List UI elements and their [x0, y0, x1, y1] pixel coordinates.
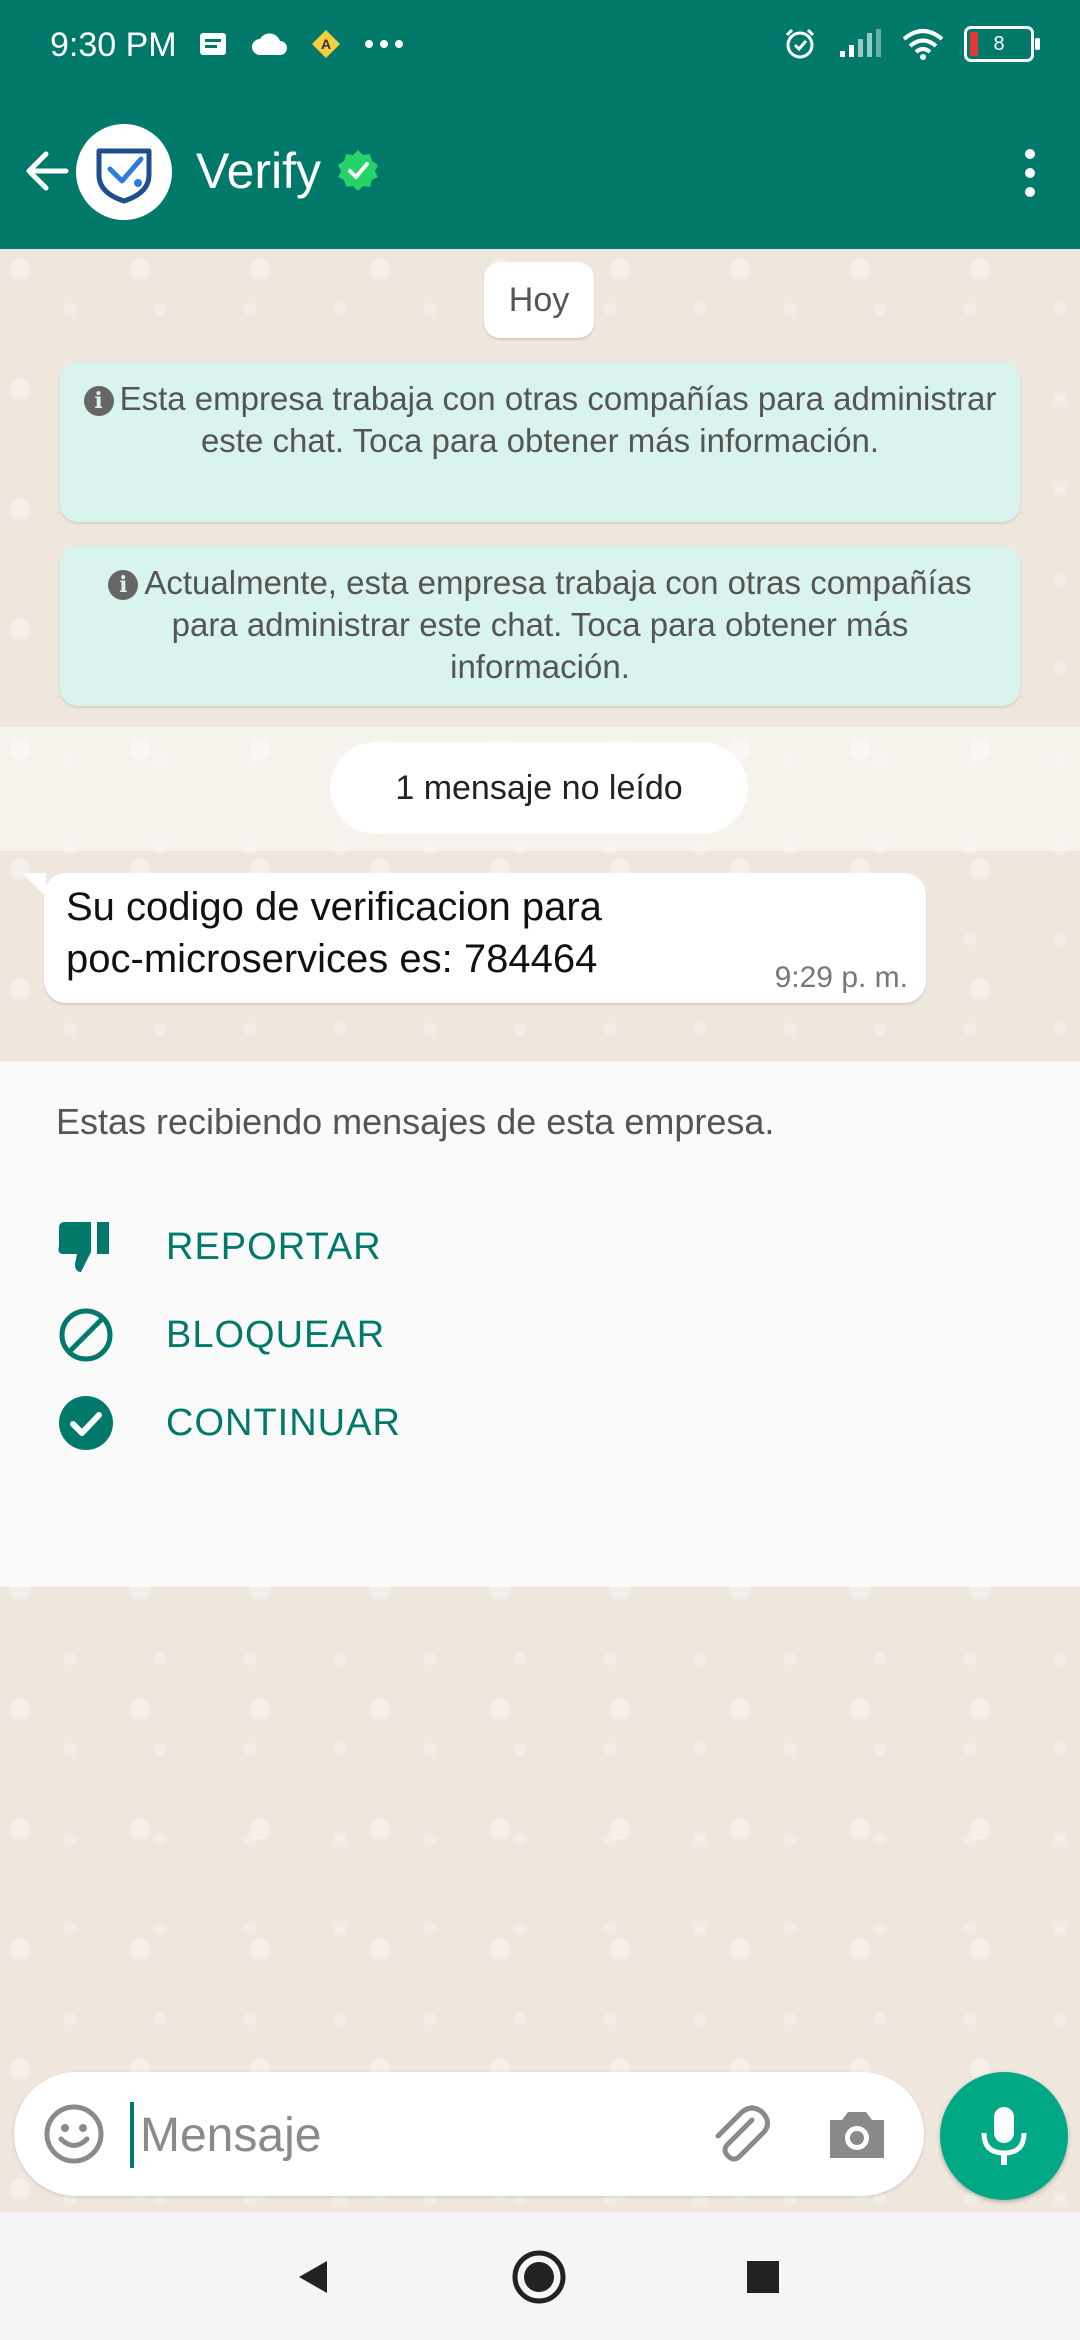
unread-divider: 1 mensaje no leído	[330, 742, 748, 834]
battery-icon: 8	[964, 26, 1040, 62]
report-button[interactable]: REPORTAR	[56, 1207, 382, 1287]
menu-dot-icon	[1025, 149, 1035, 159]
text-cursor	[130, 2102, 134, 2168]
system-note-text: Actualmente, esta empresa trabaja con ot…	[144, 564, 972, 685]
attach-icon[interactable]	[704, 2100, 774, 2170]
system-note-text: Esta empresa trabaja con otras compañías…	[119, 380, 997, 459]
info-icon: i	[83, 386, 114, 416]
battery-level: 8	[993, 33, 1005, 55]
system-note[interactable]: i Actualmente, esta empresa trabaja con o…	[60, 546, 1020, 706]
chat-header: Verify	[0, 96, 1080, 249]
message-composer	[14, 2072, 924, 2196]
date-divider: Hoy	[484, 262, 594, 338]
block-label: BLOQUEAR	[166, 1313, 386, 1356]
system-note[interactable]: i Esta empresa trabaja con otras compañía…	[60, 362, 1020, 522]
overflow-menu-button[interactable]	[1000, 138, 1060, 208]
status-time: 9:30 PM	[50, 26, 177, 64]
nav-recents-button[interactable]	[728, 2242, 798, 2312]
more-dots-icon	[365, 40, 403, 48]
back-arrow-icon[interactable]	[16, 140, 78, 202]
verified-badge-icon	[338, 150, 378, 191]
verify-logo-icon	[96, 148, 152, 204]
message-text: Su codigo de verificacion para poc-micro…	[66, 881, 602, 985]
signal-icon	[840, 29, 881, 57]
nav-home-button[interactable]	[504, 2242, 574, 2312]
block-icon	[56, 1305, 116, 1365]
microphone-icon	[981, 2107, 1027, 2165]
message-timestamp: 9:29 p. m.	[774, 961, 908, 994]
message-line: poc-microservices es: 784464	[66, 937, 598, 981]
emoji-icon[interactable]	[42, 2102, 106, 2166]
business-notice: Estas recibiendo mensajes de esta empres…	[56, 1101, 775, 1142]
voice-record-button[interactable]	[940, 2072, 1068, 2200]
nav-back-icon	[299, 2261, 327, 2293]
continue-label: CONTINUAR	[166, 1401, 401, 1444]
report-label: REPORTAR	[166, 1225, 382, 1268]
alarm-icon	[785, 28, 815, 59]
thumbs-down-icon	[56, 1217, 116, 1277]
menu-dot-icon	[1025, 187, 1035, 197]
message-input[interactable]	[138, 2096, 702, 2174]
block-button[interactable]: BLOQUEAR	[56, 1295, 385, 1375]
notes-icon	[200, 33, 226, 55]
message-line: Su codigo de verificacion para	[66, 885, 602, 929]
system-nav-bar	[0, 2212, 1080, 2340]
nav-back-button[interactable]	[278, 2242, 348, 2312]
battery-level-bar	[970, 32, 978, 56]
nav-home-icon	[512, 2250, 566, 2304]
cloud-icon	[252, 33, 287, 55]
check-circle-icon	[56, 1393, 116, 1453]
camera-icon[interactable]	[824, 2102, 890, 2168]
status-bar: 9:30 PM A 8	[0, 0, 1080, 96]
avatar[interactable]	[76, 124, 172, 220]
continue-button[interactable]: CONTINUAR	[56, 1383, 401, 1463]
warning-icon: A	[312, 30, 340, 58]
menu-dot-icon	[1025, 168, 1035, 178]
chat-title[interactable]: Verify	[196, 142, 321, 200]
info-icon: i	[108, 570, 139, 600]
wifi-icon	[902, 29, 944, 60]
svg-text:A: A	[321, 36, 331, 52]
nav-recents-icon	[747, 2261, 779, 2293]
incoming-message[interactable]: Su codigo de verificacion para poc-micro…	[22, 873, 926, 1003]
business-actions-panel: Estas recibiendo mensajes de esta empres…	[0, 1061, 1080, 1587]
